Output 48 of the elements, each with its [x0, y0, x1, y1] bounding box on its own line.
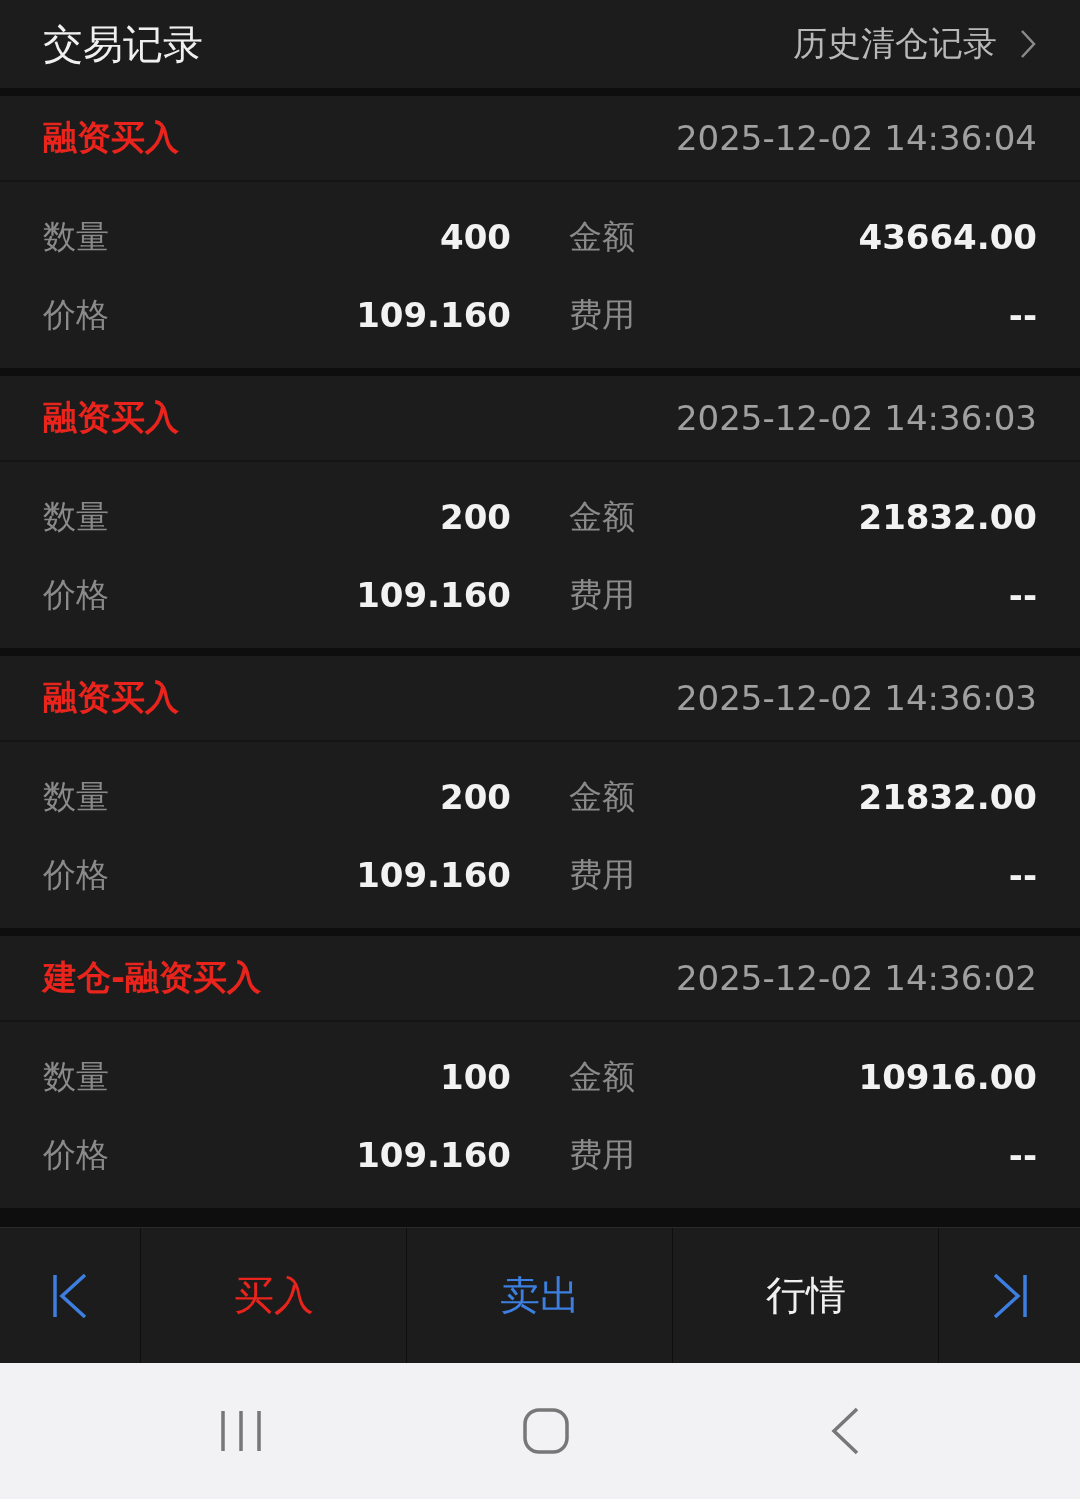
- field-label: 费用: [569, 573, 635, 616]
- field-value: 109.160: [356, 575, 511, 615]
- field-value: 21832.00: [858, 497, 1037, 537]
- chevron-right-icon: [1019, 29, 1037, 59]
- home-icon[interactable]: [523, 1408, 569, 1454]
- field-label: 价格: [43, 853, 109, 896]
- field-label: 数量: [43, 775, 109, 818]
- field-label: 价格: [43, 293, 109, 336]
- field-value: 43664.00: [858, 217, 1037, 257]
- field-label: 数量: [43, 495, 109, 538]
- field-value: 10916.00: [858, 1057, 1037, 1097]
- trade-time: 2025-12-02 14:36:04: [675, 118, 1037, 158]
- back-icon[interactable]: [829, 1407, 860, 1455]
- field-label: 费用: [569, 853, 635, 896]
- last-page-icon: [991, 1272, 1028, 1319]
- trade-time: 2025-12-02 14:36:02: [675, 958, 1037, 998]
- history-link[interactable]: 历史清仓记录: [793, 21, 1037, 67]
- first-page-icon: [52, 1272, 88, 1319]
- field-label: 金额: [569, 1055, 635, 1098]
- field-value: 21832.00: [858, 777, 1037, 817]
- field-value: 200: [440, 497, 511, 537]
- field-label: 数量: [43, 215, 109, 258]
- field-label: 价格: [43, 1133, 109, 1176]
- page-title: 交易记录: [43, 19, 203, 69]
- field-label: 费用: [569, 293, 635, 336]
- field-label: 数量: [43, 1055, 109, 1098]
- trade-type: 融资买入: [43, 116, 179, 159]
- trade-type: 融资买入: [43, 676, 179, 719]
- field-value: 100: [440, 1057, 511, 1097]
- trade-time: 2025-12-02 14:36:03: [675, 678, 1037, 718]
- field-label: 费用: [569, 1133, 635, 1176]
- field-value: 109.160: [356, 855, 511, 895]
- field-label: 金额: [569, 775, 635, 818]
- field-value: 109.160: [356, 295, 511, 335]
- trade-time: 2025-12-02 14:36:03: [675, 398, 1037, 438]
- trade-type: 融资买入: [43, 396, 179, 439]
- field-value: 200: [440, 777, 511, 817]
- recent-apps-icon[interactable]: [220, 1409, 263, 1453]
- field-value: --: [1008, 1135, 1037, 1175]
- field-value: --: [1008, 855, 1037, 895]
- field-value: 400: [440, 217, 511, 257]
- field-label: 价格: [43, 573, 109, 616]
- field-label: 金额: [569, 495, 635, 538]
- field-value: --: [1008, 575, 1037, 615]
- field-value: 109.160: [356, 1135, 511, 1175]
- field-value: --: [1008, 295, 1037, 335]
- trade-type: 建仓-融资买入: [43, 956, 262, 999]
- field-label: 金额: [569, 215, 635, 258]
